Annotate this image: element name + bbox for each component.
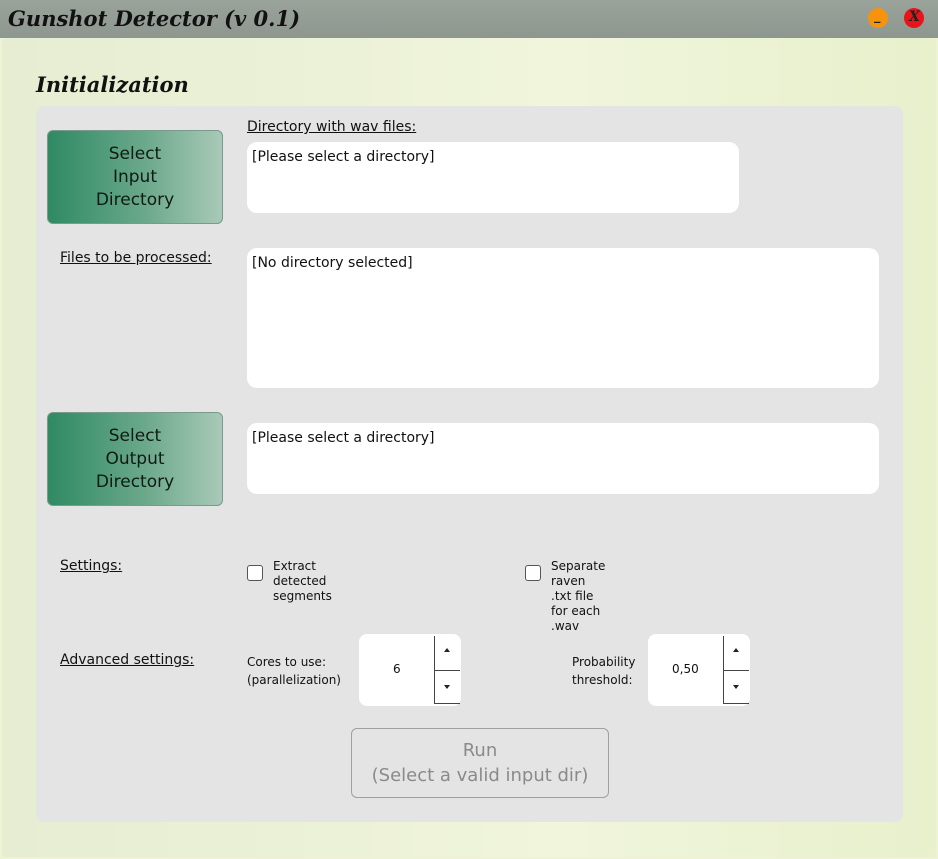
arrow-down-icon — [733, 685, 739, 689]
separate-raven-checkbox[interactable] — [525, 565, 541, 581]
run-button[interactable]: Run (Select a valid input dir) — [351, 728, 609, 798]
select-output-directory-button[interactable]: Select Output Directory — [47, 412, 223, 506]
button-label-line: Output — [105, 448, 165, 469]
cores-decrement-button[interactable] — [434, 670, 460, 704]
close-icon: X — [909, 9, 920, 25]
probability-label: Probability threshold: — [572, 653, 635, 689]
probability-decrement-button[interactable] — [723, 670, 749, 704]
minimize-icon: _ — [874, 9, 881, 24]
advanced-settings-label: Advanced settings: — [60, 652, 195, 668]
select-input-directory-button[interactable]: Select Input Directory — [47, 130, 223, 224]
arrow-up-icon — [444, 648, 450, 652]
cores-label-line: Cores to use: — [247, 655, 326, 669]
probability-value[interactable]: 0,50 — [672, 662, 699, 676]
input-directory-label: Directory with wav files: — [247, 119, 417, 135]
button-label-line: Directory — [95, 189, 175, 210]
cores-spinbox[interactable]: 6 — [359, 634, 461, 706]
cores-label-line: (parallelization) — [247, 673, 341, 687]
title-bar[interactable]: Gunshot Detector (v 0.1) _ X — [0, 0, 938, 38]
cores-label: Cores to use: (parallelization) — [247, 653, 341, 689]
cores-value[interactable]: 6 — [393, 662, 401, 676]
output-directory-field[interactable]: [Please select a directory] — [247, 423, 879, 494]
checkbox-label-line: Separate raven .txt file — [551, 559, 606, 603]
close-button[interactable]: X — [904, 8, 924, 28]
settings-label: Settings: — [60, 558, 123, 574]
section-title: Initialization — [36, 72, 189, 97]
probability-label-line: threshold: — [572, 673, 633, 687]
input-directory-field[interactable]: [Please select a directory] — [247, 142, 739, 213]
checkbox-label-line: segments — [273, 589, 332, 603]
arrow-up-icon — [733, 648, 739, 652]
probability-spinbox[interactable]: 0,50 — [648, 634, 750, 706]
cores-increment-button[interactable] — [434, 636, 460, 670]
button-label-line: Select — [108, 143, 162, 164]
files-list[interactable]: [No directory selected] — [247, 248, 879, 388]
run-label-line: (Select a valid input dir) — [371, 765, 589, 786]
extract-segments-checkbox[interactable] — [247, 565, 263, 581]
probability-label-line: Probability — [572, 655, 636, 669]
probability-increment-button[interactable] — [723, 636, 749, 670]
run-label-line: Run — [462, 740, 498, 761]
arrow-down-icon — [444, 685, 450, 689]
files-label: Files to be processed: — [60, 250, 212, 266]
button-label-line: Directory — [95, 471, 175, 492]
button-label-line: Select — [108, 425, 162, 446]
button-label-line: Input — [112, 166, 157, 187]
checkbox-label-line: for each .wav — [551, 604, 601, 633]
window-title: Gunshot Detector (v 0.1) — [8, 6, 301, 31]
checkbox-label-line: Extract detected — [273, 559, 327, 588]
minimize-button[interactable]: _ — [868, 8, 888, 28]
